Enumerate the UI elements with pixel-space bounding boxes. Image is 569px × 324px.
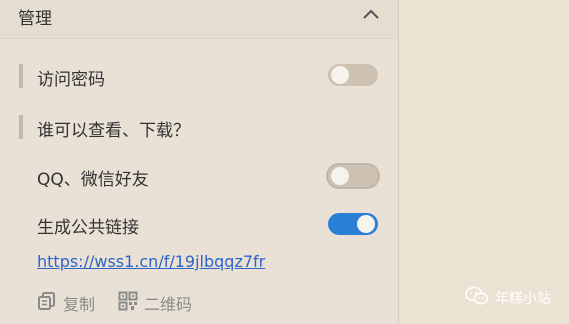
generate-public-link-label: 生成公共链接 [37, 218, 139, 238]
public-link-url[interactable]: https://wss1.cn/f/19jlbqqz7fr [37, 252, 265, 271]
qrcode-icon [118, 291, 138, 315]
section-marker [19, 64, 23, 88]
copy-button[interactable]: 复制 [37, 291, 95, 315]
copy-label: 复制 [63, 295, 96, 314]
manage-panel: 管理 访问密码 谁可以查看、下载？ QQ、微信好友 生成公共链接 https:/… [0, 0, 399, 324]
panel-header[interactable]: 管理 [0, 0, 398, 39]
chevron-up-icon[interactable] [360, 6, 382, 24]
copy-icon [37, 291, 57, 315]
who-can-view-download-label: 谁可以查看、下载？ [37, 121, 190, 141]
section-marker [19, 115, 23, 139]
setting-row-qq-wechat: QQ、微信好友 [0, 161, 398, 191]
panel-title: 管理 [18, 9, 52, 29]
qrcode-label: 二维码 [144, 295, 193, 314]
generate-public-link-toggle[interactable] [328, 213, 378, 235]
qq-wechat-friends-toggle[interactable] [328, 165, 378, 187]
content-area [399, 0, 569, 324]
setting-row-public-link: 生成公共链接 [0, 209, 398, 239]
toggle-knob [357, 215, 375, 233]
access-password-toggle[interactable] [328, 64, 378, 86]
toggle-knob [331, 167, 349, 185]
access-password-label: 访问密码 [37, 70, 105, 90]
setting-row-access-password: 访问密码 [0, 61, 398, 91]
wechat-icon [465, 286, 489, 310]
watermark: 年糕小站 [465, 286, 551, 310]
page: 管理 访问密码 谁可以查看、下载？ QQ、微信好友 生成公共链接 https:/… [0, 0, 569, 324]
setting-row-who-can-view: 谁可以查看、下载？ [0, 112, 398, 142]
qq-wechat-friends-label: QQ、微信好友 [37, 170, 149, 190]
qrcode-button[interactable]: 二维码 [118, 291, 192, 315]
watermark-label: 年糕小站 [495, 291, 551, 307]
toggle-knob [331, 66, 349, 84]
